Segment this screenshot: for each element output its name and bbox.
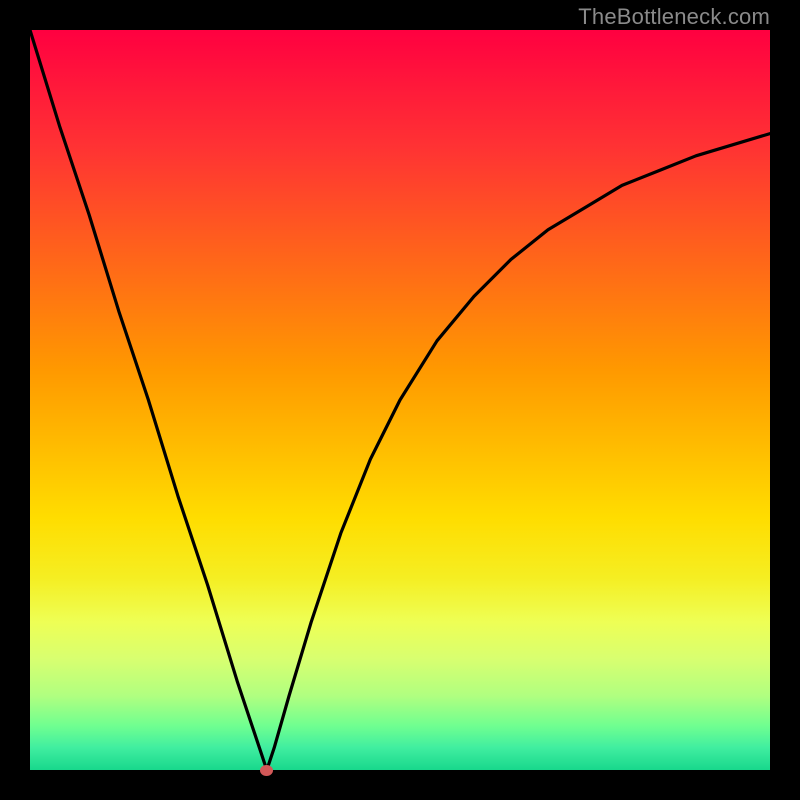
chart-frame: TheBottleneck.com xyxy=(0,0,800,800)
curve-svg xyxy=(30,30,770,770)
min-point-marker xyxy=(260,765,273,776)
bottleneck-curve xyxy=(30,30,770,770)
watermark-text: TheBottleneck.com xyxy=(578,4,770,30)
plot-area xyxy=(30,30,770,770)
